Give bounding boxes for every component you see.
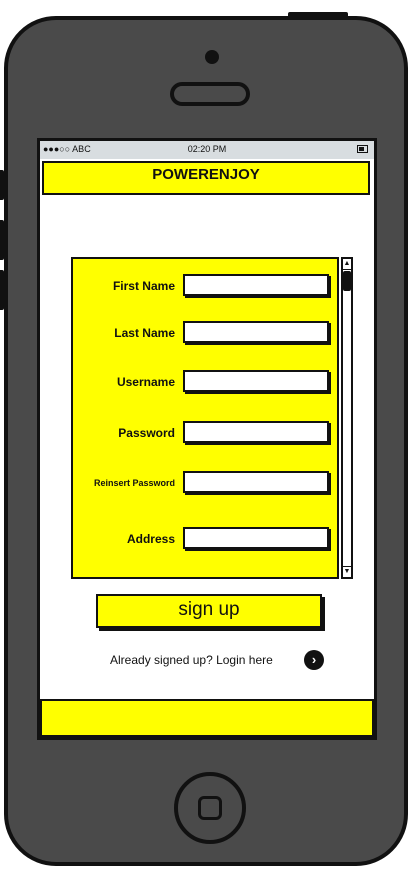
status-time: 02:20 PM bbox=[187, 144, 227, 154]
power-button bbox=[288, 12, 348, 18]
username-label: Username bbox=[116, 375, 175, 389]
reinsert-password-input[interactable] bbox=[183, 471, 329, 493]
form-row-address: Address bbox=[73, 526, 337, 552]
username-input[interactable] bbox=[183, 370, 329, 392]
form-row-reinsert-password: Reinsert Password bbox=[73, 470, 337, 496]
camera-dot bbox=[205, 50, 219, 64]
password-label: Password bbox=[118, 426, 175, 440]
address-input[interactable] bbox=[183, 527, 329, 549]
scroll-up-arrow-icon[interactable]: ▲ bbox=[343, 259, 351, 270]
scroll-thumb[interactable] bbox=[343, 271, 351, 291]
mute-switch bbox=[0, 170, 4, 200]
form-row-username: Username bbox=[73, 369, 337, 395]
home-button[interactable] bbox=[174, 772, 246, 844]
last-name-input[interactable] bbox=[183, 321, 329, 343]
login-link-text[interactable]: Already signed up? Login here bbox=[110, 653, 273, 667]
form-row-last-name: Last Name bbox=[73, 320, 337, 346]
chevron-right-icon[interactable]: › bbox=[304, 650, 324, 670]
form-row-first-name: First Name bbox=[73, 273, 337, 299]
app-title: POWERENJOY bbox=[42, 161, 370, 195]
scroll-down-arrow-icon[interactable]: ▼ bbox=[343, 566, 351, 577]
home-button-square-icon bbox=[198, 796, 222, 820]
screen: ●●●○○ ABC 02:20 PM POWERENJOY First Name… bbox=[37, 138, 377, 740]
earpiece-speaker bbox=[170, 82, 250, 106]
sign-up-button[interactable]: sign up bbox=[96, 594, 322, 628]
login-row: Already signed up? Login here › bbox=[40, 650, 374, 672]
address-label: Address bbox=[126, 532, 175, 546]
reinsert-password-label: Reinsert Password bbox=[93, 478, 175, 488]
first-name-label: First Name bbox=[112, 279, 175, 293]
status-bar: ●●●○○ ABC 02:20 PM bbox=[40, 141, 374, 159]
form-scrollbar[interactable]: ▲ ▼ bbox=[341, 257, 353, 579]
last-name-label: Last Name bbox=[114, 326, 175, 340]
volume-down-button bbox=[0, 270, 4, 310]
footer-bar bbox=[40, 699, 374, 737]
volume-up-button bbox=[0, 220, 4, 260]
first-name-input[interactable] bbox=[183, 274, 329, 296]
form-row-password: Password bbox=[73, 420, 337, 446]
password-input[interactable] bbox=[183, 421, 329, 443]
battery-icon bbox=[357, 145, 368, 153]
signup-form: First Name Last Name Username Password R… bbox=[71, 257, 339, 579]
